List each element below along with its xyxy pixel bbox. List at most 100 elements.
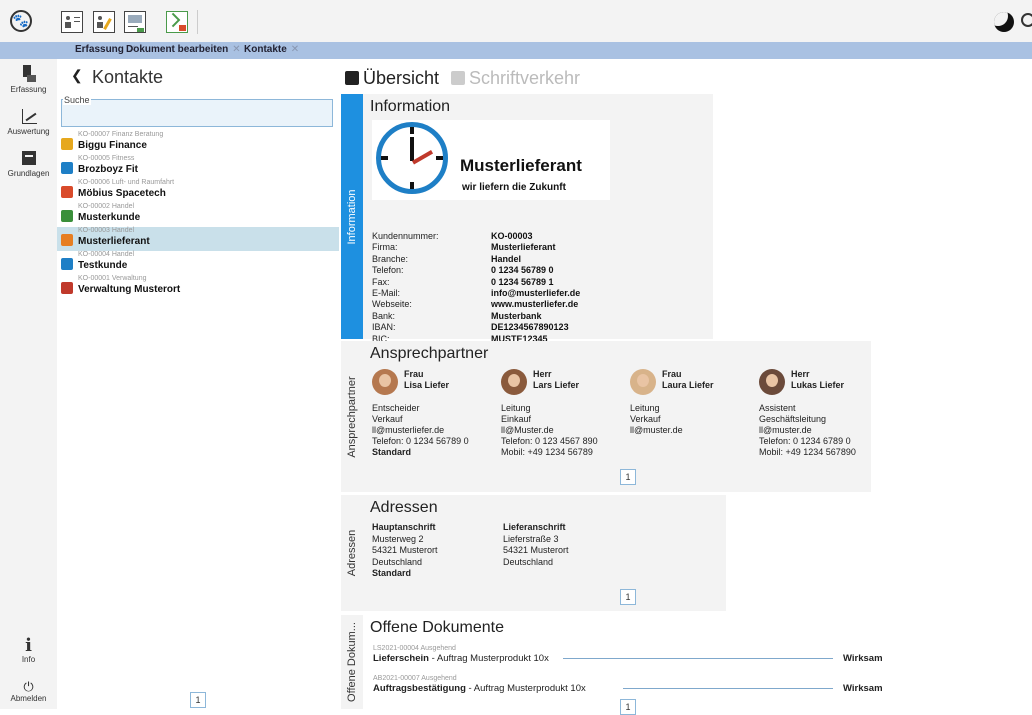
back-arrow-icon[interactable]: ❮ bbox=[71, 67, 83, 84]
address-line: Standard bbox=[372, 568, 412, 578]
field-label: Fax: bbox=[372, 276, 390, 287]
person-detail: Leitung bbox=[630, 403, 660, 413]
close-icon[interactable]: ✕ bbox=[232, 44, 240, 55]
database-icon bbox=[21, 149, 37, 167]
paw-icon[interactable]: 🐾 bbox=[10, 10, 32, 32]
address-line: Deutschland bbox=[503, 556, 554, 567]
nav-info[interactable]: i Info bbox=[0, 635, 57, 665]
address-block[interactable]: Hauptanschrift Musterweg 2 54321 Musterort… bbox=[372, 522, 438, 580]
chart-icon bbox=[21, 107, 37, 125]
person-detail: Verkauf bbox=[630, 414, 661, 424]
contact-meta: KO-00003 Handel bbox=[78, 227, 135, 234]
pagination-button[interactable]: 1 bbox=[620, 469, 636, 485]
nav-label: Auswertung bbox=[7, 127, 50, 136]
address-line: Lieferstraße 3 bbox=[503, 533, 559, 544]
close-icon[interactable]: ✕ bbox=[291, 44, 299, 55]
section-title: Offene Dokumente bbox=[370, 619, 505, 636]
person-detail: ll@muster.de bbox=[630, 425, 683, 435]
section-title: Adressen bbox=[370, 499, 438, 516]
field-label: Webseite: bbox=[372, 299, 412, 310]
section-tab-open-documents[interactable]: Offene Dokum... bbox=[341, 615, 363, 709]
address-block[interactable]: Lieferanschrift Lieferstraße 3 54321 Muste… bbox=[503, 522, 569, 580]
information-section: Information Information Musterlieferant … bbox=[341, 94, 713, 344]
document-type: Auftragsbestätigung bbox=[373, 683, 466, 694]
person-name: Lukas Liefer bbox=[791, 380, 845, 390]
address-line: Deutschland bbox=[372, 556, 423, 567]
field-value: KO-00003 bbox=[491, 231, 533, 241]
field-label: Kundennummer: bbox=[372, 231, 439, 241]
nav-logout[interactable]: ⏻ Abmelden bbox=[0, 679, 57, 703]
search-icon[interactable] bbox=[1021, 13, 1032, 27]
list-item[interactable]: KO-00004 Handel Testkunde bbox=[57, 251, 339, 275]
contact-name: Biggu Finance bbox=[78, 140, 147, 151]
document-status: Wirksam bbox=[843, 653, 883, 664]
section-tab-information[interactable]: Information bbox=[341, 94, 363, 339]
clock-icon bbox=[376, 122, 448, 194]
document-divider bbox=[563, 658, 833, 659]
list-item[interactable]: KO-00003 Handel Musterlieferant bbox=[57, 227, 339, 251]
document-row[interactable]: LS2021-00004 Ausgehend Lieferschein - Auf… bbox=[373, 645, 883, 667]
person-salutation: Herr bbox=[533, 369, 552, 379]
field-value: DE1234567890123 bbox=[491, 322, 569, 333]
info-field: Bank: Musterbank bbox=[372, 311, 542, 321]
contact-persons-section: Ansprechpartner Ansprechpartner Frau Lisa… bbox=[341, 341, 871, 492]
excel-export-icon[interactable] bbox=[166, 11, 188, 33]
contact-meta: KO-00004 Handel bbox=[78, 251, 135, 258]
address-line: 54321 Musterort bbox=[372, 545, 438, 555]
section-tab-contact-persons[interactable]: Ansprechpartner bbox=[341, 341, 363, 492]
tab-correspondence[interactable]: Schriftverkehr bbox=[451, 68, 580, 89]
info-icon: i bbox=[25, 635, 32, 656]
person-detail: Telefon: 0 1234 6789 0 bbox=[759, 436, 851, 446]
person-detail: Geschäftsleitung bbox=[759, 414, 827, 424]
document-row[interactable]: AB2021-00007 Ausgehend Auftragsbestätigun… bbox=[373, 675, 883, 697]
person-detail: Mobil: +49 1234 567890 bbox=[759, 447, 856, 457]
nav-label: Erfassung bbox=[10, 85, 47, 94]
info-field: Branche: Handel bbox=[372, 254, 521, 264]
document-view-icon[interactable] bbox=[124, 11, 146, 33]
person-detail: ll@muster.de bbox=[759, 425, 812, 435]
person-detail: ll@musterliefer.de bbox=[372, 425, 445, 435]
tab-kontakte[interactable]: Kontakte ✕ bbox=[244, 44, 299, 55]
list-item[interactable]: KO-00006 Luft- und Raumfahrt Möbius Space… bbox=[57, 179, 339, 203]
section-title: Information bbox=[370, 98, 451, 115]
nav-grundlagen[interactable]: Grundlagen bbox=[0, 149, 57, 178]
tab-dokument-bearbeiten[interactable]: Dokument bearbeiten ✕ bbox=[126, 44, 241, 55]
section-tab-addresses[interactable]: Adressen bbox=[341, 495, 363, 611]
contact-name: Musterkunde bbox=[78, 212, 141, 223]
search-input[interactable] bbox=[61, 99, 333, 127]
address-line: Hauptanschrift bbox=[372, 522, 436, 532]
document-user-icon[interactable] bbox=[61, 11, 83, 33]
company-icon bbox=[61, 186, 73, 198]
field-label: E-Mail: bbox=[372, 288, 401, 298]
company-icon bbox=[61, 234, 73, 246]
field-label: Telefon: bbox=[372, 265, 404, 276]
nav-label: Info bbox=[21, 655, 36, 664]
tab-overview[interactable]: Übersicht bbox=[345, 68, 439, 89]
field-value: 0 1234 56789 1 bbox=[491, 276, 554, 287]
contact-name: Musterlieferant bbox=[78, 236, 150, 247]
overview-icon bbox=[345, 71, 359, 85]
nav-auswertung[interactable]: Auswertung bbox=[0, 107, 57, 136]
field-value: 0 1234 56789 0 bbox=[491, 265, 554, 276]
list-item[interactable]: KO-00001 Verwaltung Verwaltung Musterort bbox=[57, 275, 339, 299]
address-line: 54321 Musterort bbox=[503, 545, 569, 555]
list-item[interactable]: KO-00005 Fitness Brozboyz Fit bbox=[57, 155, 339, 179]
document-meta: LS2021-00004 Ausgehend bbox=[373, 645, 456, 652]
list-item[interactable]: KO-00002 Handel Musterkunde bbox=[57, 203, 339, 227]
pagination-button[interactable]: 1 bbox=[190, 692, 206, 708]
search-label: Suche bbox=[63, 95, 91, 105]
field-label: IBAN: bbox=[372, 322, 396, 333]
document-edit-icon[interactable] bbox=[93, 11, 115, 33]
address-line: Musterweg 2 bbox=[372, 533, 424, 544]
document-type: Lieferschein bbox=[373, 653, 429, 664]
dark-mode-icon[interactable] bbox=[994, 12, 1014, 32]
company-icon bbox=[61, 282, 73, 294]
list-item[interactable]: KO-00007 Finanz Beratung Biggu Finance bbox=[57, 131, 339, 155]
document-meta: AB2021-00007 Ausgehend bbox=[373, 675, 457, 682]
left-navigation: Erfassung Auswertung Grundlagen i Info ⏻… bbox=[0, 59, 57, 709]
person-name: Laura Liefer bbox=[662, 380, 714, 390]
nav-erfassung[interactable]: Erfassung bbox=[0, 65, 57, 94]
document-description: - Auftrag Musterprodukt 10x bbox=[428, 653, 549, 664]
pagination-button[interactable]: 1 bbox=[620, 589, 636, 605]
pagination-button[interactable]: 1 bbox=[620, 699, 636, 715]
